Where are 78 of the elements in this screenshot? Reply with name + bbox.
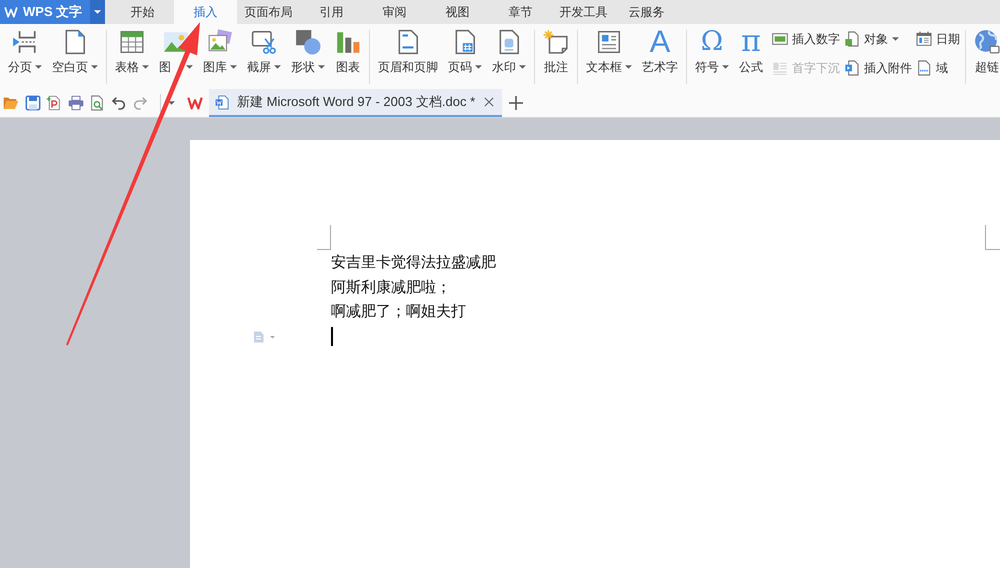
page-break-icon	[12, 29, 38, 55]
header-footer-button[interactable]: 页眉和页脚	[373, 24, 443, 88]
field-button[interactable]: 域	[914, 58, 962, 78]
ribbon-tab[interactable]: 页面布局	[237, 0, 300, 24]
dropdown-caret-icon	[892, 37, 899, 41]
table-button[interactable]: 表格	[110, 24, 154, 88]
ribbon-tab[interactable]: 视图	[426, 0, 489, 24]
dropdown-caret-icon	[230, 65, 237, 69]
hyperlink-button[interactable]: 超链	[969, 24, 1000, 88]
document-icon	[215, 94, 230, 110]
page-break-button[interactable]: 分页	[3, 24, 47, 88]
number-box-icon	[772, 31, 788, 47]
print-preview-icon[interactable]	[89, 94, 105, 110]
margin-corner-mark	[985, 225, 1000, 250]
letter-a-symbol: A	[650, 29, 670, 55]
comment-button[interactable]: 批注	[538, 24, 574, 88]
ribbon-tab[interactable]: 审阅	[363, 0, 426, 24]
dropdown-caret-icon	[274, 65, 281, 69]
attachment-icon	[844, 60, 860, 76]
app-menu-dropdown[interactable]	[90, 0, 105, 24]
document-paragraph: 安吉里卡觉得法拉盛减肥	[331, 253, 496, 273]
pdf-export-icon[interactable]	[46, 94, 62, 110]
dropdown-caret-icon	[91, 65, 98, 69]
close-icon[interactable]	[484, 97, 494, 107]
document-paragraph: 啊减肥了；啊姐夫打	[331, 302, 466, 322]
symbol-button[interactable]: Ω 符号	[690, 24, 734, 88]
chart-button[interactable]: 图表	[330, 24, 366, 88]
calendar-icon	[916, 31, 932, 47]
omega-symbol: Ω	[700, 29, 724, 55]
dropdown-caret-icon	[94, 10, 101, 14]
ribbon-tab[interactable]: 引用	[300, 0, 363, 24]
ribbon-tab[interactable]: 开发工具	[552, 0, 615, 24]
w-logo-icon[interactable]	[187, 96, 203, 110]
text-box-button[interactable]: 文本框	[581, 24, 637, 88]
ribbon-tab[interactable]: 云服务	[615, 0, 678, 24]
print-icon[interactable]	[68, 94, 84, 110]
pi-symbol: π	[741, 29, 761, 55]
drop-cap-icon	[772, 60, 788, 76]
w-logo-icon	[4, 6, 18, 18]
gallery-button[interactable]: 图库	[198, 24, 242, 88]
document-tab[interactable]: 新建 Microsoft Word 97 - 2003 文档.doc *	[209, 89, 502, 117]
dropdown-caret-icon	[625, 65, 632, 69]
margin-corner-mark	[317, 225, 331, 250]
save-icon[interactable]	[24, 94, 40, 110]
table-icon	[119, 29, 145, 55]
field-page-icon	[916, 60, 932, 76]
dropdown-caret-icon	[722, 65, 729, 69]
undo-icon[interactable]	[110, 94, 126, 110]
object-icon	[844, 31, 860, 47]
dropdown-caret-icon	[186, 65, 193, 69]
dropdown-caret-icon	[475, 65, 482, 69]
dropdown-caret-icon	[318, 65, 325, 69]
art-text-button[interactable]: A 艺术字	[637, 24, 683, 88]
text-box-icon	[596, 29, 622, 55]
insert-number-button[interactable]: 插入数字	[770, 29, 842, 49]
app-menu-button[interactable]: WPS 文字	[0, 0, 90, 24]
attachment-button[interactable]: 插入附件	[842, 58, 914, 78]
comment-icon	[543, 29, 569, 55]
object-button[interactable]: 对象	[842, 29, 914, 49]
document-paragraph: 阿斯利康减肥啦；	[331, 278, 451, 298]
ribbon-tab[interactable]: 章节	[489, 0, 552, 24]
ribbon-tab[interactable]: 开始	[111, 0, 174, 24]
open-folder-icon[interactable]	[3, 94, 19, 110]
ribbon-tab[interactable]: 插入	[174, 0, 237, 24]
watermark-button[interactable]: 水印	[487, 24, 531, 88]
scissors-icon	[251, 29, 277, 55]
shapes-button[interactable]: 形状	[286, 24, 330, 88]
formula-button[interactable]: π 公式	[734, 24, 768, 88]
text-cursor	[331, 327, 333, 346]
dropdown-caret-icon	[519, 65, 526, 69]
date-button[interactable]: 日期	[914, 29, 962, 49]
page-number-button[interactable]: 页码	[443, 24, 487, 88]
blank-page-button[interactable]: 空白页	[47, 24, 103, 88]
shapes-icon	[295, 29, 321, 55]
dropdown-caret-icon	[35, 65, 42, 69]
dropdown-caret-icon	[142, 65, 149, 69]
plus-icon[interactable]	[509, 96, 523, 110]
screenshot-button[interactable]: 截屏	[242, 24, 286, 88]
